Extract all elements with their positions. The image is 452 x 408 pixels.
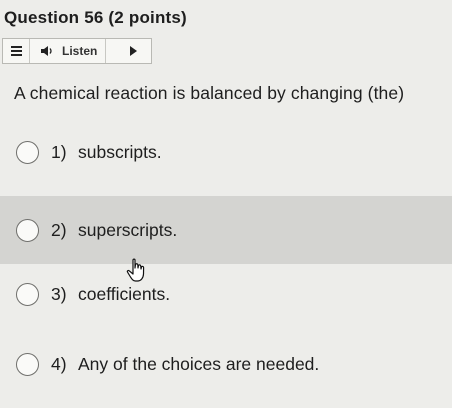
play-icon — [130, 46, 138, 56]
question-text: A chemical reaction is balanced by chang… — [14, 83, 405, 103]
answer-option-4[interactable]: 4) Any of the choices are needed. — [0, 330, 452, 398]
hand-pointer-icon — [126, 258, 145, 282]
answer-option-1[interactable]: 1) subscripts. — [0, 118, 452, 186]
radio-button[interactable] — [16, 218, 39, 242]
play-button[interactable] — [106, 39, 151, 63]
quiz-page: Question 56 (2 points) Listen A chemical… — [0, 0, 452, 408]
option-text: superscripts. — [78, 219, 178, 240]
option-number: 4) — [51, 353, 67, 374]
listen-button[interactable]: Listen — [30, 39, 107, 63]
radio-button[interactable] — [16, 352, 39, 376]
hamburger-menu-icon[interactable] — [3, 39, 30, 63]
listen-toolbar: Listen — [2, 38, 152, 64]
option-text: Any of the choices are needed. — [78, 353, 320, 374]
radio-button[interactable] — [16, 140, 39, 164]
speaker-icon — [41, 46, 52, 56]
radio-button[interactable] — [16, 282, 39, 306]
option-text: subscripts. — [78, 141, 162, 162]
listen-label: Listen — [62, 44, 98, 58]
answer-option-2[interactable]: 2) superscripts. — [0, 196, 452, 264]
question-header: Question 56 (2 points) — [4, 8, 187, 27]
answer-option-3[interactable]: 3) coefficients. — [0, 260, 452, 328]
option-text: coefficients. — [78, 283, 171, 304]
option-number: 3) — [51, 283, 67, 304]
option-number: 1) — [51, 141, 67, 162]
option-number: 2) — [51, 219, 67, 240]
